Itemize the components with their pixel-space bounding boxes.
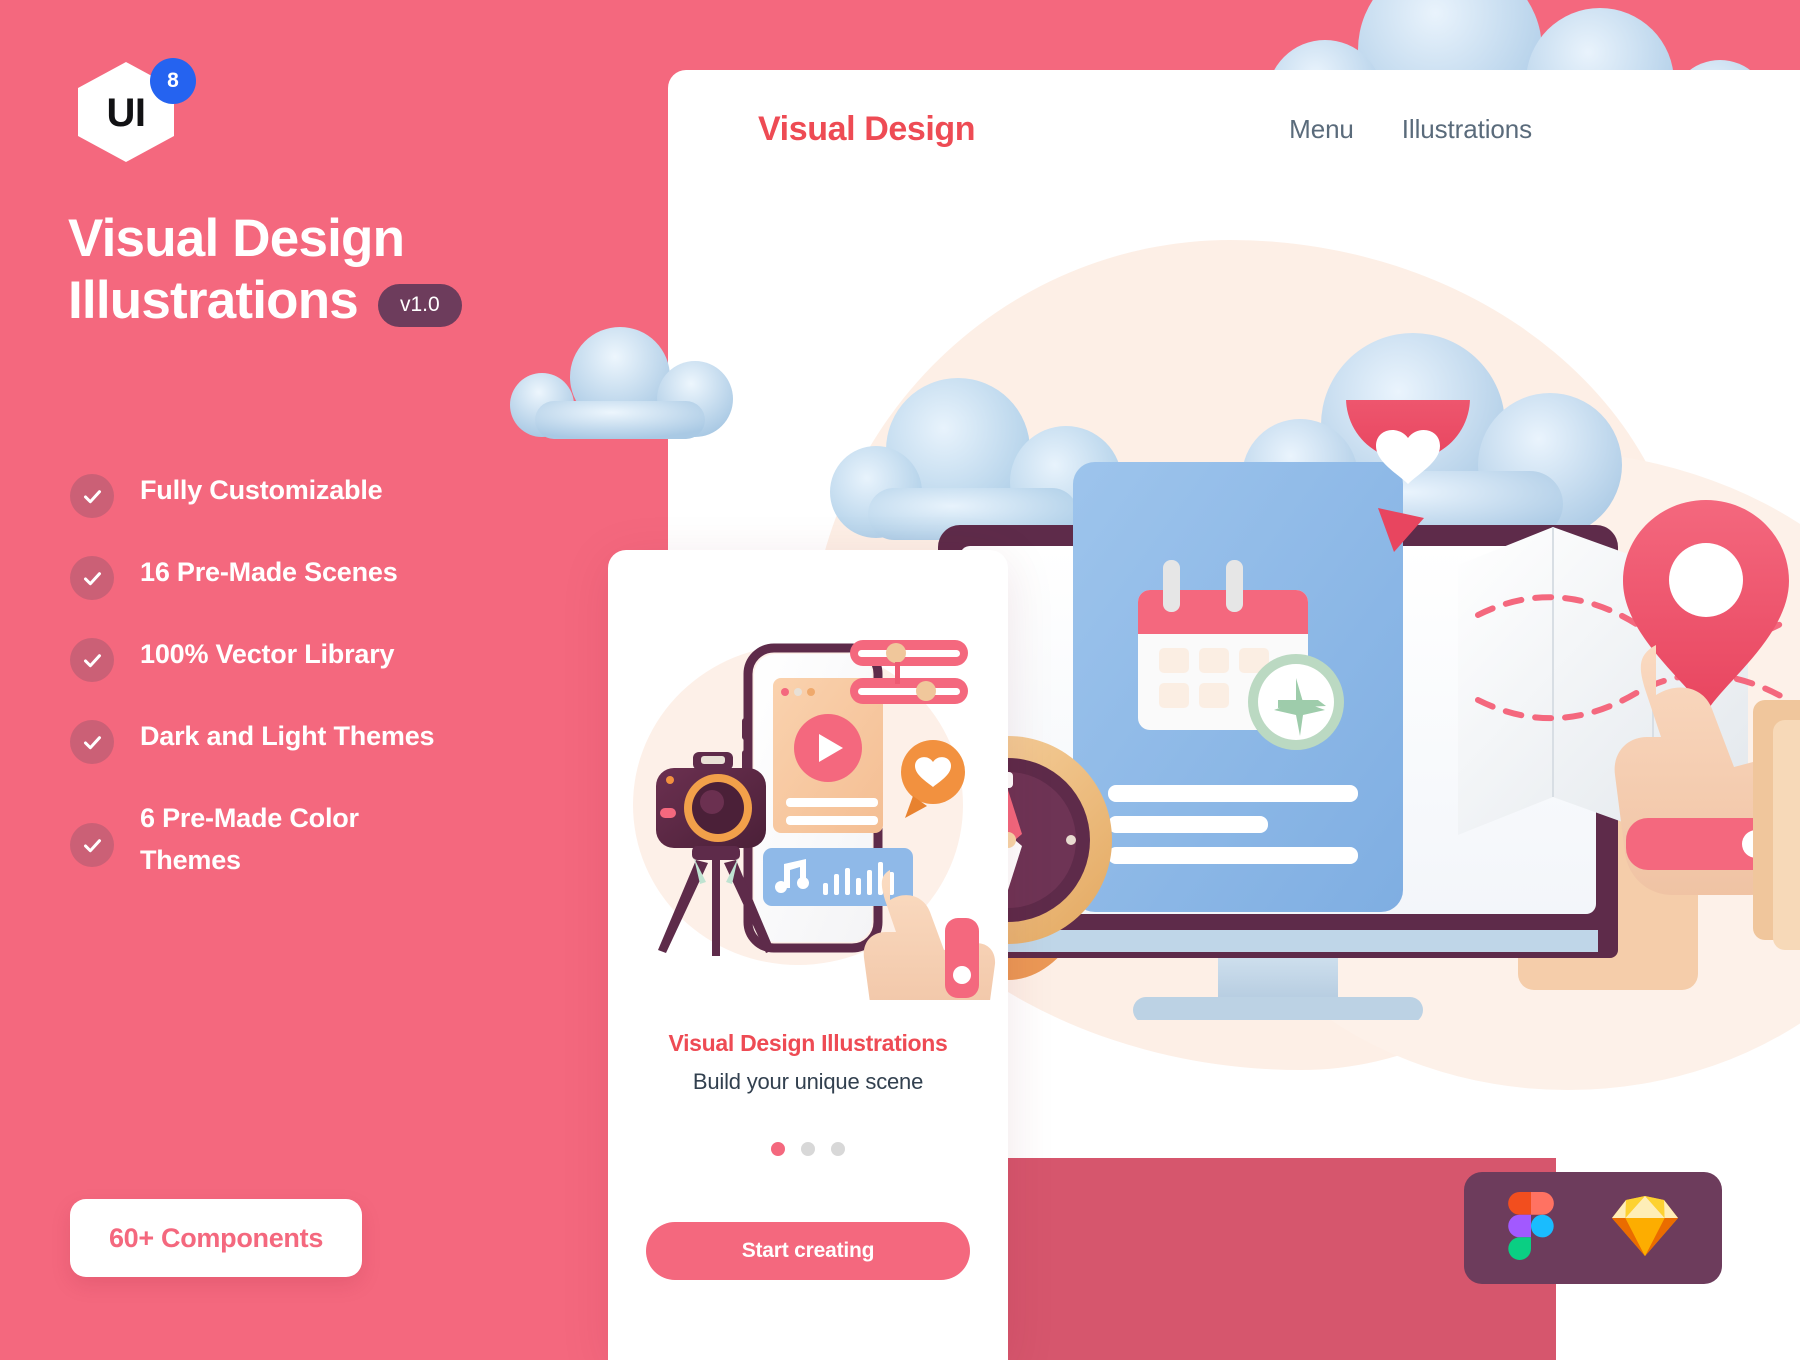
logo-number-badge: 8 (150, 58, 196, 104)
nav-link-menu[interactable]: Menu (1289, 114, 1354, 145)
browser-nav-links: Menu Illustrations (1289, 114, 1780, 145)
page-title-line-2-row: Illustrations v1.0 (68, 270, 588, 332)
browser-nav-bar: Visual Design Menu Illustrations (668, 70, 1800, 188)
mobile-preview-card: Visual Design Illustrations Build your u… (608, 550, 1008, 1360)
list-item: 16 Pre-Made Scenes (70, 552, 540, 600)
feature-label: 6 Pre-Made Color Themes (140, 803, 359, 875)
nav-link-illustrations[interactable]: Illustrations (1402, 114, 1532, 145)
check-icon (70, 823, 114, 867)
check-icon (70, 638, 114, 682)
components-count-pill: 60+ Components (70, 1199, 362, 1277)
feature-label: 100% Vector Library (140, 639, 395, 669)
carousel-dot-1[interactable] (771, 1142, 785, 1156)
poster-canvas: Visual Design Menu Illustrations Visual … (0, 0, 1800, 1360)
design-tool-badge (1464, 1172, 1722, 1284)
mobile-card-subtitle: Build your unique scene (692, 1069, 924, 1094)
check-icon (70, 556, 114, 600)
page-title-line-2: Illustrations (68, 271, 359, 330)
list-item: Dark and Light Themes (70, 716, 540, 764)
mobile-card-title: Visual Design Illustrations (668, 1030, 948, 1056)
start-creating-button[interactable]: Start creating (646, 1222, 970, 1280)
carousel-dot-3[interactable] (831, 1142, 845, 1156)
list-item: Fully Customizable (70, 470, 540, 518)
feature-list: Fully Customizable 16 Pre-Made Scenes 10… (70, 470, 540, 882)
feature-label: 16 Pre-Made Scenes (140, 557, 398, 587)
list-item: 6 Pre-Made Color Themes (70, 798, 540, 882)
carousel-dots (608, 1142, 1008, 1156)
feature-label: Dark and Light Themes (140, 721, 435, 751)
feature-label: Fully Customizable (140, 475, 383, 505)
figma-icon (1508, 1191, 1554, 1265)
list-item: 100% Vector Library (70, 634, 540, 682)
ui8-logo[interactable]: UI 8 (78, 58, 196, 162)
cloud-decoration-left (480, 325, 740, 440)
carousel-dot-2[interactable] (801, 1142, 815, 1156)
check-icon (70, 720, 114, 764)
browser-brand-title: Visual Design (758, 109, 976, 148)
sketch-icon (1612, 1195, 1678, 1261)
logo-mark-text: UI (106, 91, 147, 135)
mobile-card-text-block: Visual Design Illustrations Build your u… (608, 1030, 1008, 1095)
check-icon (70, 474, 114, 518)
page-title: Visual Design Illustrations v1.0 (68, 208, 588, 332)
mobile-card-illustration (608, 600, 1008, 1038)
version-badge: v1.0 (377, 283, 462, 327)
page-title-line-1: Visual Design (68, 209, 405, 268)
left-info-panel: UI 8 Visual Design Illustrations v1.0 Fu… (0, 0, 620, 1360)
